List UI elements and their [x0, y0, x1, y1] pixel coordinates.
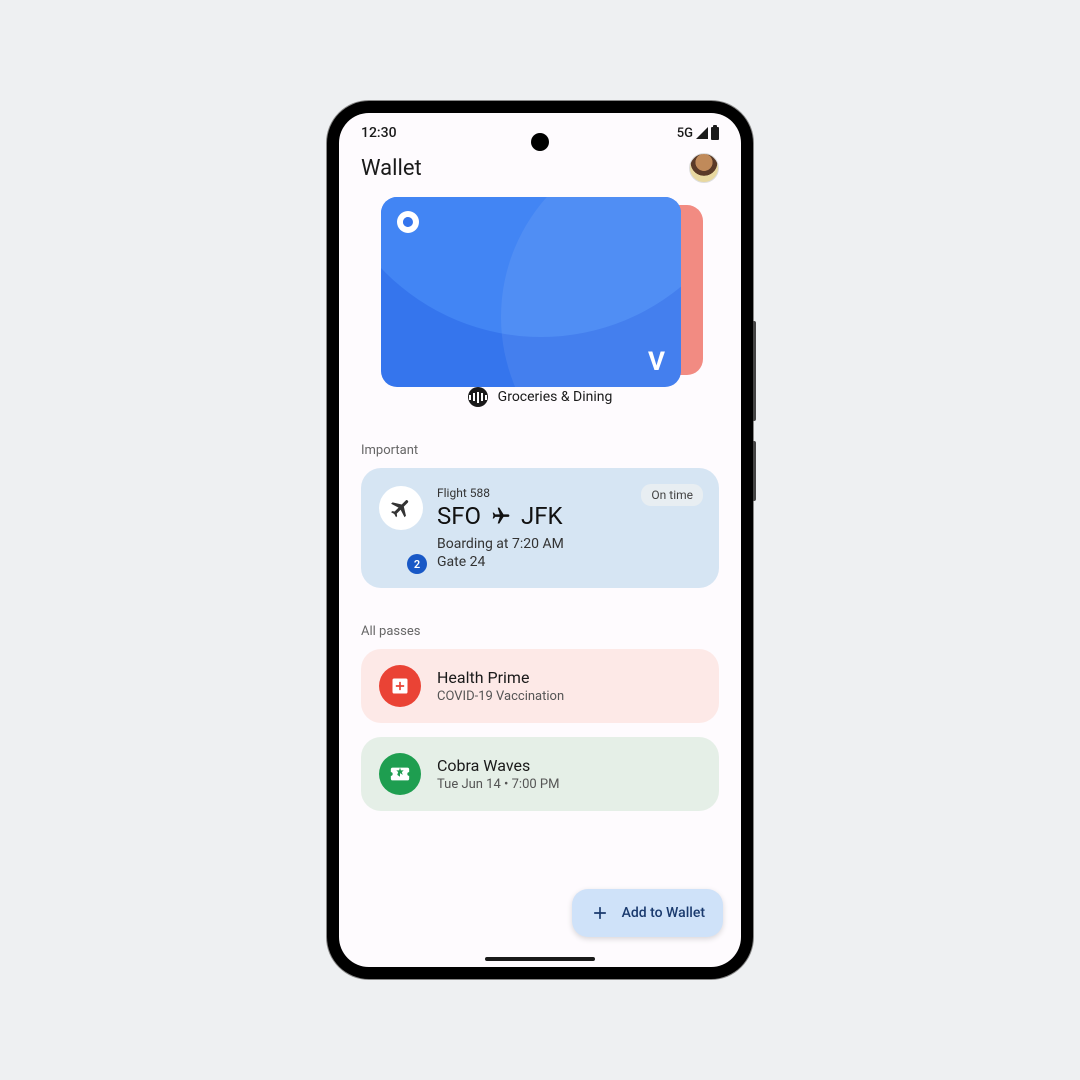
- plus-icon: [590, 903, 610, 923]
- all-passes-section-label: All passes: [339, 588, 741, 649]
- front-camera: [531, 133, 549, 151]
- flight-status-badge: On time: [641, 484, 703, 506]
- flight-pass-card[interactable]: 2 Flight 588 SFO JFK Boarding at 7:20 AM…: [361, 468, 719, 588]
- add-to-wallet-button[interactable]: Add to Wallet: [572, 889, 723, 937]
- pass-title: Cobra Waves: [437, 756, 701, 775]
- battery-icon: [711, 127, 719, 140]
- flight-destination: JFK: [521, 502, 563, 530]
- pass-subtitle: COVID-19 Vaccination: [437, 689, 701, 704]
- boarding-info: Boarding at 7:20 AM: [437, 536, 701, 552]
- signal-icon: [696, 127, 708, 139]
- pass-subtitle: Tue Jun 14 • 7:00 PM: [437, 777, 701, 792]
- card-network-icon: V: [648, 347, 663, 377]
- card-brand-icon: [397, 211, 419, 233]
- app-header: Wallet: [339, 147, 741, 197]
- payment-card-primary[interactable]: V: [381, 197, 681, 387]
- phone-frame: 12:30 5G Wallet V Groceri: [327, 101, 753, 979]
- volume-button: [753, 321, 756, 421]
- ticket-icon: [379, 753, 421, 795]
- health-icon: [379, 665, 421, 707]
- screen: 12:30 5G Wallet V Groceri: [339, 113, 741, 967]
- plane-arrow-icon: [491, 506, 511, 526]
- flight-origin: SFO: [437, 502, 481, 530]
- card-carousel[interactable]: V Groceries & Dining: [339, 197, 741, 407]
- fab-label: Add to Wallet: [622, 905, 705, 921]
- page-title: Wallet: [361, 156, 422, 181]
- pass-title: Health Prime: [437, 668, 701, 687]
- card-name: Groceries & Dining: [498, 389, 613, 405]
- health-pass-card[interactable]: Health Prime COVID-19 Vaccination: [361, 649, 719, 723]
- network-label: 5G: [677, 126, 693, 141]
- card-label-row: Groceries & Dining: [339, 387, 741, 407]
- flight-count-badge: 2: [407, 554, 427, 574]
- home-indicator[interactable]: [485, 957, 595, 961]
- power-button: [753, 441, 756, 501]
- flight-route: SFO JFK: [437, 502, 701, 530]
- important-section-label: Important: [339, 407, 741, 468]
- profile-avatar[interactable]: [689, 153, 719, 183]
- status-time: 12:30: [361, 125, 397, 141]
- airplane-icon: [379, 486, 423, 530]
- event-pass-card[interactable]: Cobra Waves Tue Jun 14 • 7:00 PM: [361, 737, 719, 811]
- gate-info: Gate 24: [437, 554, 701, 570]
- contactless-icon: [468, 387, 488, 407]
